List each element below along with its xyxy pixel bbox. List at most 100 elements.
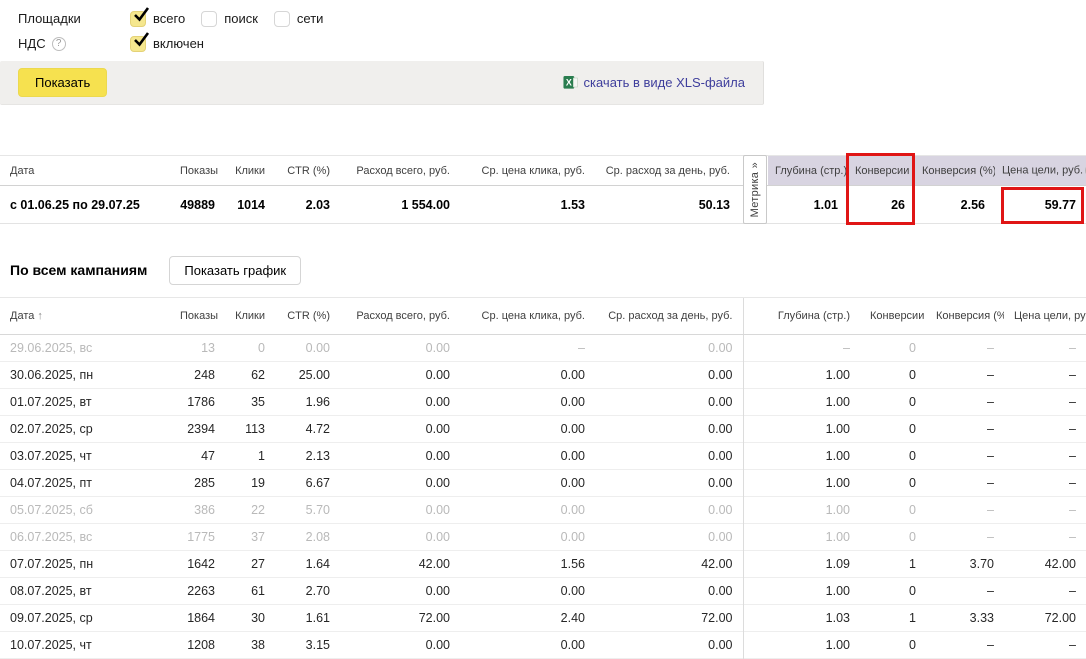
summary-avg-click-cost: 1.53 [460,186,595,224]
summary-impressions: 49889 [170,186,225,224]
detail-col-avg-click-cost[interactable]: Ср. цена клика, руб. [460,298,595,334]
summary-col-impressions: Показы [170,156,225,186]
campaigns-section-header: По всем кампаниям Показать график [10,254,1086,286]
row-value: – [926,334,1004,361]
row-value: 42.00 [340,550,460,577]
row-value: 0.00 [460,631,595,658]
row-value: 47 [170,442,225,469]
row-value: 30 [225,604,275,631]
checkmark-icon [132,6,150,23]
detail-col-clicks[interactable]: Клики [225,298,275,334]
table-row: 03.07.2025, чт4712.130.000.000.001.000–– [0,442,1086,469]
summary-ctr: 2.03 [275,186,340,224]
row-value: 1.96 [275,388,340,415]
show-chart-button[interactable]: Показать график [169,256,301,285]
vat-filter-row: НДС включен [18,31,1086,56]
checkbox-box[interactable] [130,36,146,52]
row-value: 1.00 [743,442,860,469]
detail-col-conversions[interactable]: Конверсии [860,298,926,334]
row-value: 1.00 [743,523,860,550]
table-row: 01.07.2025, вт1786351.960.000.000.001.00… [0,388,1086,415]
checkmark-icon [132,31,150,48]
summary-total-cost: 1 554.00 [340,186,460,224]
row-value: 0.00 [340,631,460,658]
row-date: 09.07.2025, ср [0,604,170,631]
vat-label: НДС [18,36,46,51]
help-icon[interactable] [52,37,66,51]
row-value: 1.56 [460,550,595,577]
row-value: 2263 [170,577,225,604]
row-value: 0.00 [460,361,595,388]
metrika-tab-label: Метрика » [749,162,761,217]
vat-label-wrap: НДС [18,36,130,51]
row-value: 0 [860,361,926,388]
detail-col-date[interactable]: Дата [0,298,170,334]
row-value: 0 [860,388,926,415]
row-value: – [926,415,1004,442]
row-value: 1.00 [743,496,860,523]
row-value: 1.64 [275,550,340,577]
table-row: 07.07.2025, пн1642271.6442.001.5642.001.… [0,550,1086,577]
summary-header-row: Дата Показы Клики CTR (%) Расход всего, … [0,156,1086,186]
row-value: 1.00 [743,415,860,442]
row-value: 38 [225,631,275,658]
row-value: 13 [170,334,225,361]
row-date: 02.07.2025, ср [0,415,170,442]
row-value: 22 [225,496,275,523]
row-value: 0.00 [595,469,743,496]
row-value: 72.00 [1004,604,1086,631]
row-value: 0.00 [340,442,460,469]
row-value: 0.00 [340,523,460,550]
row-value: 5.70 [275,496,340,523]
statistics-page: Площадки всего поиск [0,0,1086,659]
platforms-options: всего поиск сети [130,11,323,27]
summary-col-depth: Глубина (стр.) [768,156,848,186]
checkbox-box[interactable] [201,11,217,27]
campaigns-title: По всем кампаниям [10,262,147,278]
checkbox-box[interactable] [130,11,146,27]
row-value: 3.70 [926,550,1004,577]
detail-col-goal-cost[interactable]: Цена цели, руб. [1004,298,1086,334]
metrika-tab[interactable]: Метрика » [743,155,767,224]
row-value: – [1004,334,1086,361]
summary-col-conversion-rate: Конверсия (%) [915,156,995,186]
row-value: 0 [860,496,926,523]
checkbox-label: поиск [224,11,258,26]
row-value: 1.61 [275,604,340,631]
show-button[interactable]: Показать [18,68,107,97]
detail-col-avg-daily-cost[interactable]: Ср. расход за день, руб. [595,298,743,334]
checkbox-poisk[interactable]: поиск [201,11,258,27]
row-value: 2.08 [275,523,340,550]
summary-col-ctr: CTR (%) [275,156,340,186]
detail-header-row: Дата Показы Клики CTR (%) Расход всего, … [0,298,1086,334]
detail-col-depth[interactable]: Глубина (стр.) [743,298,860,334]
checkbox-vsego[interactable]: всего [130,11,185,27]
row-value: 2.70 [275,577,340,604]
row-value: 1.00 [743,631,860,658]
download-xls-link[interactable]: X скачать в виде XLS-файла [563,75,746,90]
row-value: 0 [860,334,926,361]
row-value: 0.00 [460,442,595,469]
detail-col-total-cost[interactable]: Расход всего, руб. [340,298,460,334]
row-value: 248 [170,361,225,388]
checkbox-box[interactable] [274,11,290,27]
row-value: 113 [225,415,275,442]
row-value: 2.40 [460,604,595,631]
summary-avg-daily-cost: 50.13 [595,186,740,224]
detail-col-impressions[interactable]: Показы [170,298,225,334]
row-value: – [1004,361,1086,388]
row-value: 0.00 [595,523,743,550]
platforms-filter-row: Площадки всего поиск [18,6,1086,31]
row-value: – [926,496,1004,523]
platforms-label: Площадки [18,11,130,26]
detail-col-ctr[interactable]: CTR (%) [275,298,340,334]
checkbox-vkluchen[interactable]: включен [130,36,204,52]
row-value: – [1004,496,1086,523]
row-value: 1.09 [743,550,860,577]
checkbox-seti[interactable]: сети [274,11,324,27]
row-value: 0.00 [595,577,743,604]
summary-col-conversions: Конверсии [848,156,915,186]
detail-col-conversion-rate[interactable]: Конверсия (%) [926,298,1004,334]
row-value: – [926,523,1004,550]
row-value: – [1004,442,1086,469]
